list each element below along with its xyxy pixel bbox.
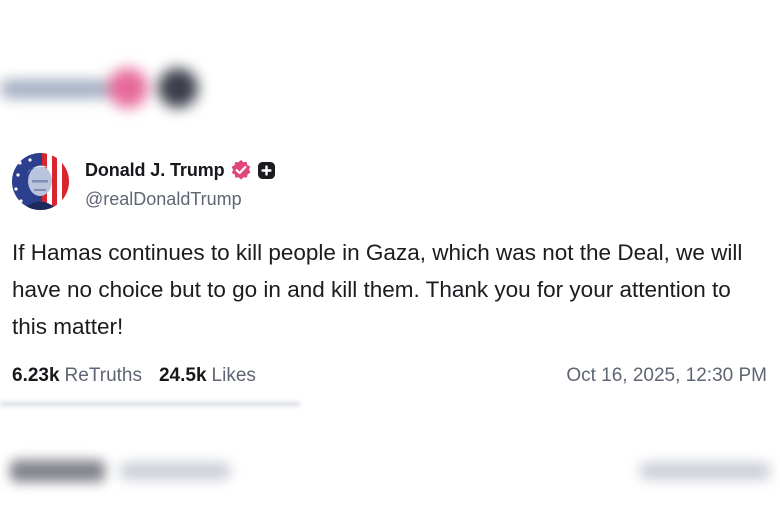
post-stats: 6.23k ReTruths 24.5k Likes	[12, 363, 256, 389]
likes-stat[interactable]: 24.5k Likes	[159, 365, 256, 387]
post-timestamp[interactable]: Oct 16, 2025, 12:30 PM	[566, 363, 767, 389]
author-display-name[interactable]: Donald J. Trump	[85, 160, 225, 181]
blurred-icon	[108, 68, 148, 108]
avatar[interactable]	[12, 153, 69, 210]
author-row: Donald J. Trump	[85, 158, 276, 182]
blurred-next-post	[0, 430, 780, 510]
post-text: If Hamas continues to kill people in Gaz…	[12, 240, 743, 339]
plus-badge-icon	[257, 161, 276, 180]
blurred-text	[0, 80, 110, 98]
retruths-count: 6.23k	[12, 365, 60, 386]
author-handle[interactable]: @realDonaldTrump	[85, 189, 242, 210]
retruths-label: ReTruths	[64, 365, 142, 386]
retruths-stat[interactable]: 6.23k ReTruths	[12, 365, 142, 387]
blurred-previous-post	[0, 58, 230, 122]
verified-badge-icon	[230, 159, 252, 181]
likes-count: 24.5k	[158, 365, 207, 386]
likes-label: Likes	[211, 365, 256, 386]
blurred-text	[120, 462, 230, 480]
blurred-divider	[0, 402, 300, 406]
blurred-text	[10, 460, 105, 482]
blurred-text	[640, 462, 770, 480]
blurred-icon	[158, 68, 198, 108]
